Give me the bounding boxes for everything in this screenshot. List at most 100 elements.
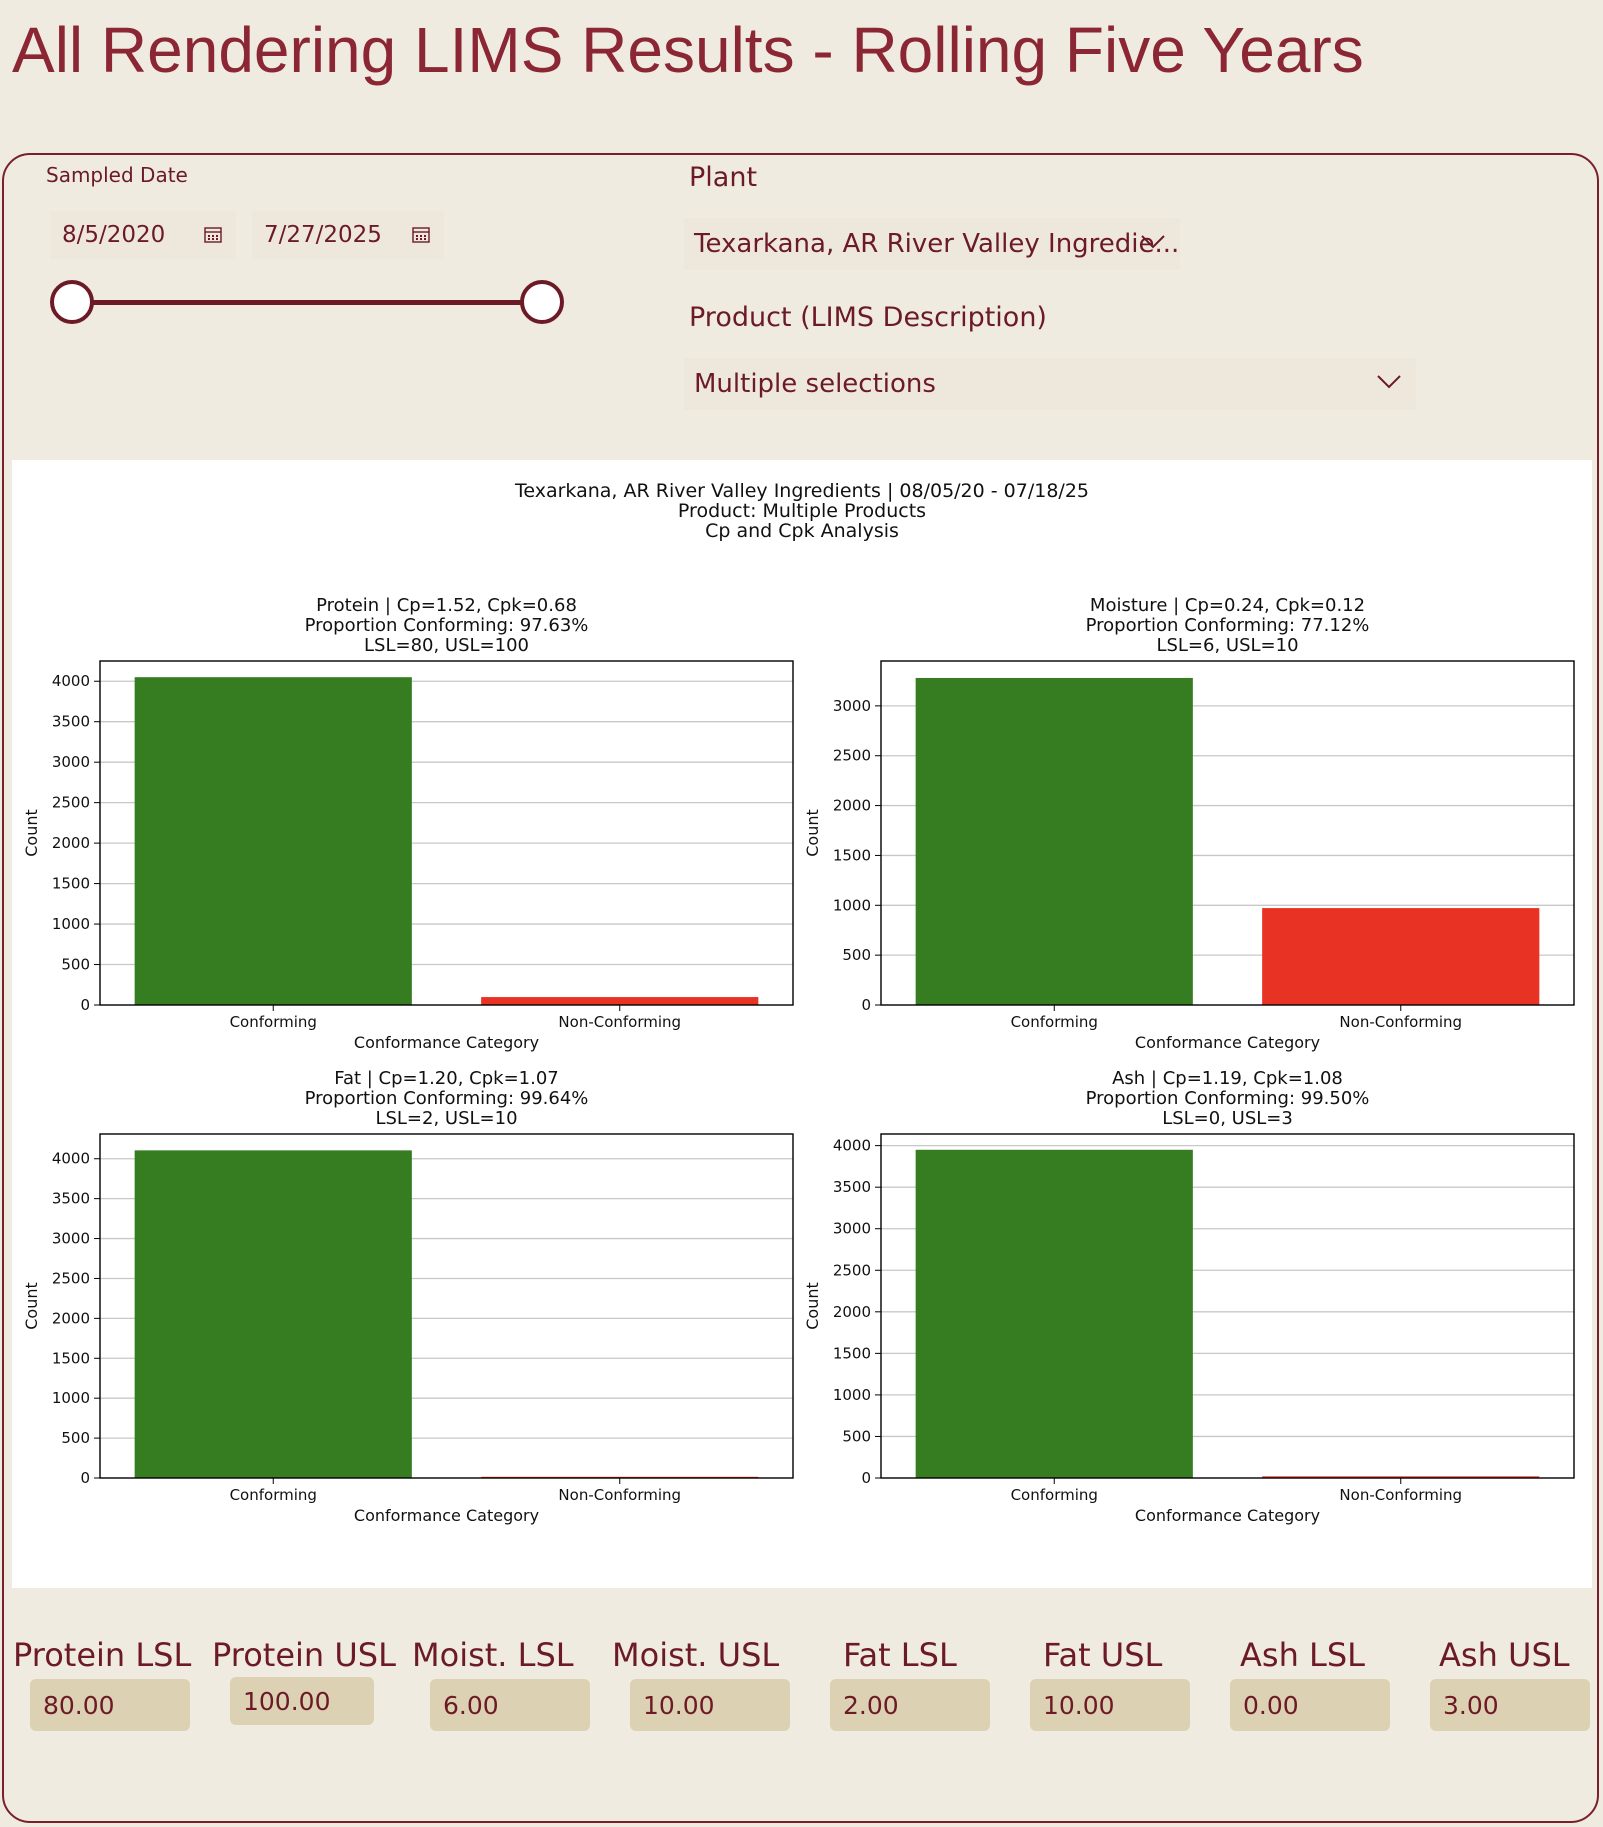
y-tick-label: 2000 bbox=[833, 1303, 871, 1321]
subplot-title-line: LSL=6, USL=10 bbox=[1156, 635, 1298, 656]
plant-dropdown-value: Texarkana, AR River Valley Ingredie... bbox=[694, 229, 1180, 259]
y-tick-label: 2500 bbox=[52, 794, 90, 812]
y-tick-label: 500 bbox=[842, 1427, 871, 1445]
y-tick-label: 2000 bbox=[833, 797, 871, 815]
cp-cpk-chart-svg: Texarkana, AR River Valley Ingredients |… bbox=[22, 480, 1575, 1525]
page-title: All Rendering LIMS Results - Rolling Fiv… bbox=[12, 14, 1364, 86]
y-tick-label: 3000 bbox=[833, 1220, 871, 1238]
subplot-title-line: Proportion Conforming: 77.12% bbox=[1086, 615, 1370, 636]
y-tick-label: 1500 bbox=[833, 846, 871, 864]
y-tick-label: 500 bbox=[61, 956, 90, 974]
y-tick-label: 2500 bbox=[833, 1261, 871, 1279]
cp-cpk-figure: Texarkana, AR River Valley Ingredients |… bbox=[12, 460, 1592, 1588]
end-date-value: 7/27/2025 bbox=[264, 222, 382, 248]
subplot-1: Protein | Cp=1.52, Cpk=0.68 Proportion Co… bbox=[22, 595, 794, 1052]
y-tick-label: 1000 bbox=[52, 915, 90, 933]
subplot-title-line: Fat | Cp=1.20, Cpk=1.07 bbox=[334, 1068, 558, 1089]
x-tick-label: Non-Conforming bbox=[558, 1486, 681, 1504]
limit-value-card: 80.00 bbox=[30, 1679, 190, 1731]
product-label: Product (LIMS Description) bbox=[689, 302, 1047, 333]
y-tick-label: 500 bbox=[842, 946, 871, 964]
plant-label: Plant bbox=[689, 162, 758, 193]
limit-label: Protein LSL bbox=[13, 1636, 192, 1674]
x-tick-label: Conforming bbox=[230, 1013, 317, 1031]
x-tick-label: Conforming bbox=[230, 1486, 317, 1504]
subplot-title-line: LSL=2, USL=10 bbox=[375, 1108, 517, 1129]
subplot-title: Fat | Cp=1.20, Cpk=1.07 Proportion Confor… bbox=[305, 1068, 589, 1129]
x-axis-label: Conformance Category bbox=[1135, 1033, 1320, 1052]
y-tick-label: 2000 bbox=[52, 1309, 90, 1327]
y-tick-label: 1000 bbox=[833, 1386, 871, 1404]
subplot-title: Ash | Cp=1.19, Cpk=1.08 Proportion Confor… bbox=[1086, 1068, 1370, 1129]
plant-dropdown[interactable]: Texarkana, AR River Valley Ingredie... bbox=[684, 218, 1180, 270]
subplot-title-line: LSL=0, USL=3 bbox=[1162, 1108, 1293, 1129]
x-tick-label: Conforming bbox=[1011, 1486, 1098, 1504]
y-tick-label: 1500 bbox=[52, 1349, 90, 1367]
subplot-3: Fat | Cp=1.20, Cpk=1.07 Proportion Confor… bbox=[22, 1068, 794, 1525]
limit-value-card: 3.00 bbox=[1430, 1679, 1590, 1731]
y-tick-label: 2500 bbox=[52, 1269, 90, 1287]
subplot-2: Moisture | Cp=0.24, Cpk=0.12 Proportion C… bbox=[803, 595, 1575, 1052]
x-axis-label: Conformance Category bbox=[354, 1033, 539, 1052]
limit-label: Moist. USL bbox=[612, 1636, 780, 1674]
figure-title: Texarkana, AR River Valley Ingredients |… bbox=[514, 480, 1089, 542]
bar-conforming bbox=[915, 677, 1193, 1005]
date-range-slider-track[interactable] bbox=[72, 300, 542, 305]
subplot-title-line: LSL=80, USL=100 bbox=[364, 635, 529, 656]
bar-non-conforming bbox=[1262, 908, 1540, 1005]
x-axis-label: Conformance Category bbox=[354, 1506, 539, 1525]
x-tick-label: Conforming bbox=[1011, 1013, 1098, 1031]
y-tick-label: 500 bbox=[61, 1429, 90, 1447]
start-date-value: 8/5/2020 bbox=[62, 222, 166, 248]
figure-title-line: Texarkana, AR River Valley Ingredients |… bbox=[514, 480, 1089, 502]
y-tick-label: 3000 bbox=[52, 753, 90, 771]
limit-label: Ash LSL bbox=[1240, 1636, 1365, 1674]
y-tick-label: 1500 bbox=[52, 875, 90, 893]
y-tick-label: 3500 bbox=[833, 1178, 871, 1196]
limit-value-card: 10.00 bbox=[1030, 1679, 1190, 1731]
x-tick-label: Non-Conforming bbox=[558, 1013, 681, 1031]
subplot-title: Moisture | Cp=0.24, Cpk=0.12 Proportion C… bbox=[1086, 595, 1370, 656]
product-dropdown[interactable]: Multiple selections bbox=[684, 358, 1416, 410]
y-axis-label: Count bbox=[803, 1282, 822, 1330]
limit-label: Fat LSL bbox=[843, 1636, 957, 1674]
bar-conforming bbox=[915, 1149, 1193, 1478]
date-range-start-handle[interactable] bbox=[50, 280, 94, 324]
limit-label: Fat USL bbox=[1043, 1636, 1163, 1674]
y-tick-label: 4000 bbox=[52, 1150, 90, 1168]
y-tick-label: 1000 bbox=[52, 1389, 90, 1407]
y-tick-label: 3000 bbox=[52, 1230, 90, 1248]
calendar-icon[interactable] bbox=[412, 226, 430, 243]
subplot-title-line: Moisture | Cp=0.24, Cpk=0.12 bbox=[1090, 595, 1365, 616]
x-axis-label: Conformance Category bbox=[1135, 1506, 1320, 1525]
end-date-field[interactable]: 7/27/2025 bbox=[252, 211, 444, 259]
x-tick-label: Non-Conforming bbox=[1339, 1013, 1462, 1031]
y-tick-label: 2000 bbox=[52, 834, 90, 852]
limit-label: Ash USL bbox=[1439, 1636, 1570, 1674]
limit-label: Protein USL bbox=[212, 1636, 396, 1674]
product-dropdown-value: Multiple selections bbox=[694, 369, 936, 399]
subplot-title-line: Proportion Conforming: 97.63% bbox=[305, 615, 589, 636]
y-tick-label: 0 bbox=[861, 1469, 871, 1487]
figure-title-line: Cp and Cpk Analysis bbox=[705, 520, 899, 542]
calendar-icon[interactable] bbox=[204, 226, 222, 243]
x-tick-label: Non-Conforming bbox=[1339, 1486, 1462, 1504]
y-tick-label: 4000 bbox=[833, 1137, 871, 1155]
y-tick-label: 3500 bbox=[52, 713, 90, 731]
y-tick-label: 4000 bbox=[52, 672, 90, 690]
subplot-title: Protein | Cp=1.52, Cpk=0.68 Proportion Co… bbox=[305, 595, 589, 656]
y-tick-label: 2500 bbox=[833, 747, 871, 765]
y-axis-label: Count bbox=[22, 1282, 41, 1330]
limit-value-card: 10.00 bbox=[630, 1679, 790, 1731]
bar-non-conforming bbox=[481, 997, 759, 1005]
y-axis-label: Count bbox=[803, 809, 822, 857]
subplot-title-line: Ash | Cp=1.19, Cpk=1.08 bbox=[1112, 1068, 1343, 1089]
y-tick-label: 0 bbox=[861, 996, 871, 1014]
date-range-end-handle[interactable] bbox=[520, 280, 564, 324]
y-tick-label: 3500 bbox=[52, 1190, 90, 1208]
start-date-field[interactable]: 8/5/2020 bbox=[50, 211, 236, 259]
subplot-4: Ash | Cp=1.19, Cpk=1.08 Proportion Confor… bbox=[803, 1068, 1575, 1525]
bar-conforming bbox=[134, 677, 412, 1005]
figure-title-line: Product: Multiple Products bbox=[678, 500, 926, 522]
y-tick-label: 1500 bbox=[833, 1344, 871, 1362]
